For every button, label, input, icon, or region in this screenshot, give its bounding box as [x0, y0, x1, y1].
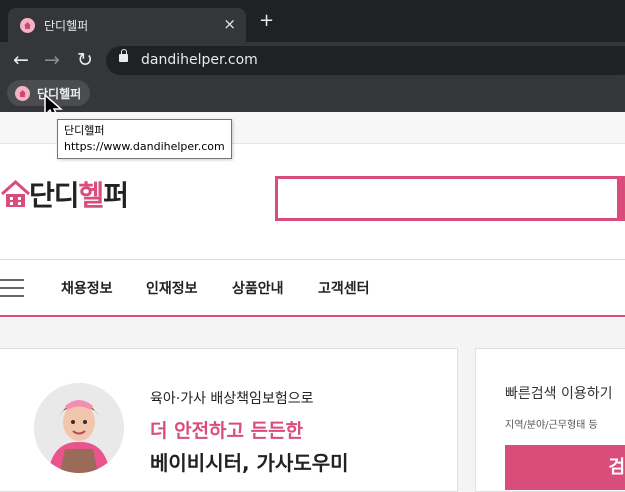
active-tab[interactable]: 단디헬퍼 × — [8, 8, 246, 42]
quick-search-subtitle: 지역/분야/근무형태 등 — [505, 420, 598, 431]
house-logo-icon — [1, 179, 30, 207]
address-bar[interactable]: dandihelper.com — [106, 46, 625, 75]
tab-title: 단디헬퍼 — [44, 19, 89, 33]
menu-icon[interactable] — [0, 279, 24, 297]
banner-line-3: 베이비시터, 가사도우미 — [150, 451, 349, 475]
menu-item-jobs[interactable]: 채용정보 — [61, 278, 113, 298]
url-text: dandihelper.com — [141, 52, 258, 68]
tooltip-title: 단디헬퍼 — [64, 124, 105, 137]
browser-tab-strip: 단디헬퍼 × + — [0, 0, 625, 42]
back-icon[interactable]: ← — [9, 48, 33, 72]
search-input[interactable] — [275, 176, 625, 221]
logo-wordmark: 단디헬퍼 — [29, 174, 129, 214]
logo-text-dandi: 단디 — [29, 179, 80, 212]
logo-text-per: 퍼 — [103, 179, 129, 212]
quick-search-button[interactable]: 검 — [505, 445, 625, 490]
helper-avatar — [34, 383, 124, 473]
search-button[interactable] — [617, 176, 625, 221]
menu-item-support[interactable]: 고객센터 — [318, 278, 370, 298]
reload-icon[interactable]: ↻ — [73, 48, 97, 72]
bookmarks-bar: 단디헬퍼 — [0, 78, 625, 112]
banner-line-1: 육아·가사 배상책임보험으로 — [150, 391, 314, 407]
logo-text-hel: 헬 — [78, 179, 105, 212]
new-tab-icon[interactable]: + — [259, 12, 274, 30]
banner-line-2: 더 안전하고 든든한 — [150, 420, 304, 442]
quick-search-title: 빠른검색 이용하기 — [505, 386, 613, 402]
main-menu: 채용정보 인재정보 상품안내 고객센터 — [0, 260, 625, 317]
lock-icon — [119, 49, 128, 62]
menu-item-talent[interactable]: 인재정보 — [146, 278, 198, 298]
home-favicon-icon — [20, 18, 35, 33]
site-logo[interactable]: 단디헬퍼 — [0, 174, 155, 214]
tooltip-url: https://www.dandihelper.com — [64, 140, 225, 153]
bookmark-tooltip: 단디헬퍼 https://www.dandihelper.com — [57, 119, 232, 159]
menu-item-products[interactable]: 상품안내 — [232, 278, 284, 298]
close-tab-icon[interactable]: × — [223, 15, 236, 33]
home-favicon-icon — [15, 86, 30, 101]
browser-toolbar: ← → ↻ dandihelper.com — [0, 42, 625, 78]
forward-icon[interactable]: → — [40, 48, 64, 72]
